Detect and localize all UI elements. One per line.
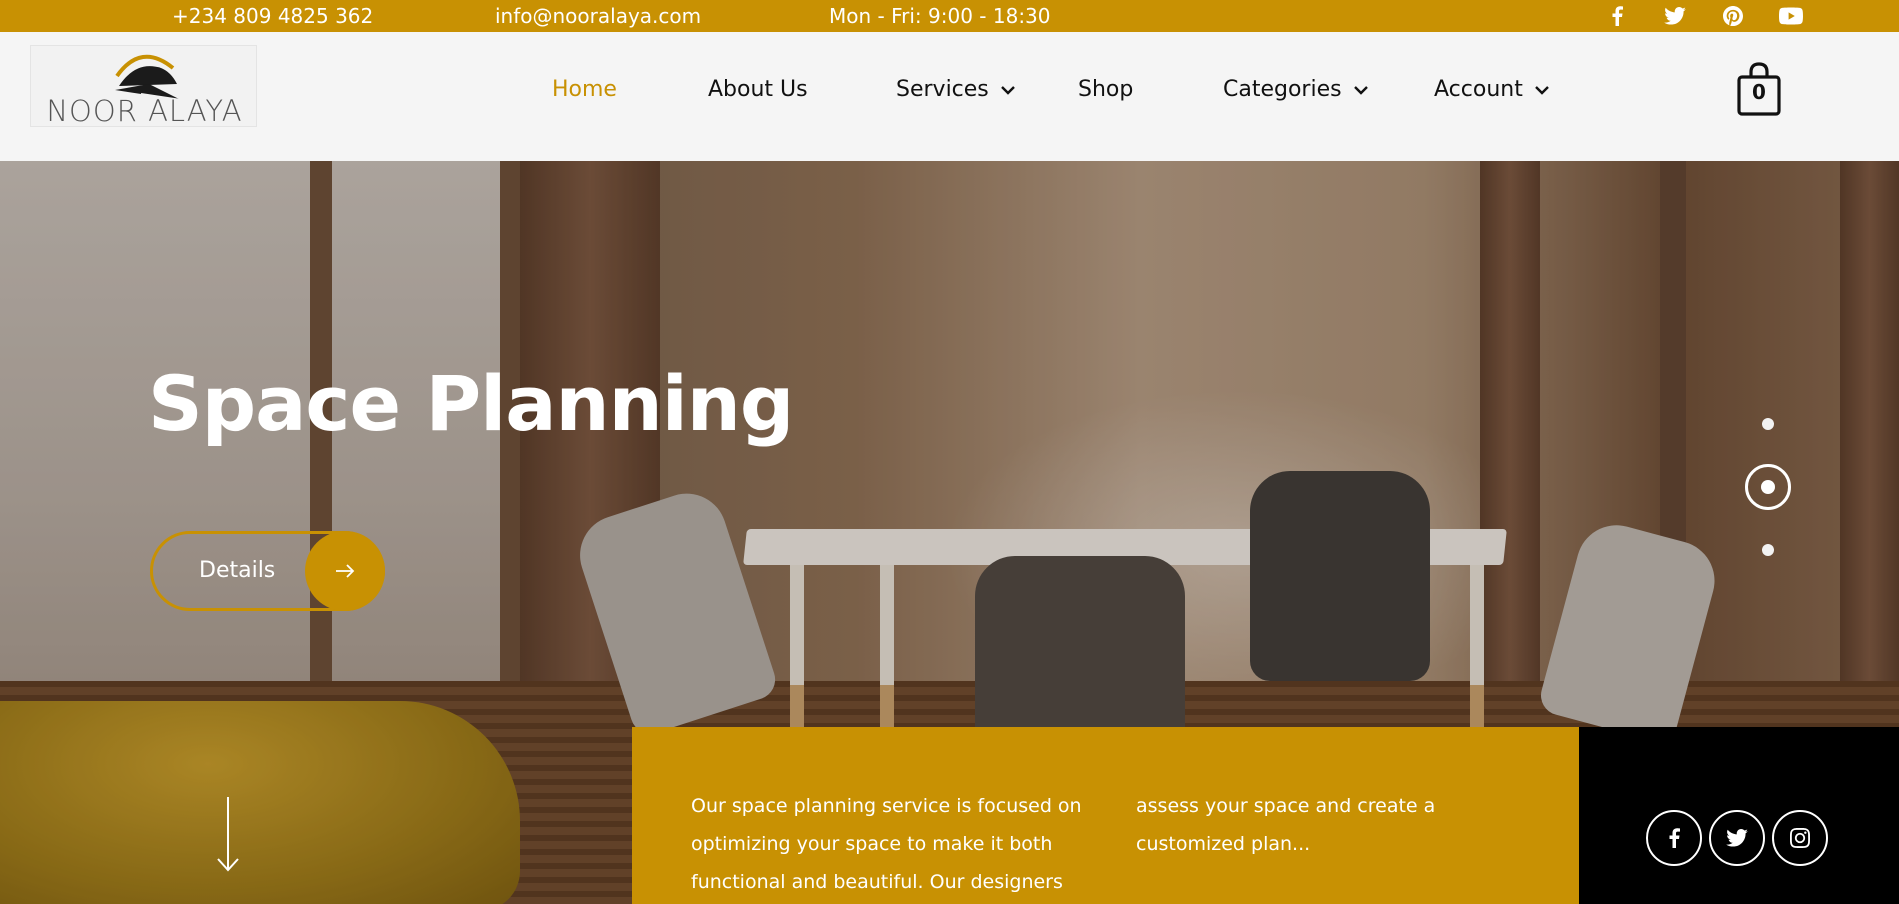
nav-shop[interactable]: Shop: [1078, 76, 1133, 104]
nav-about-us-label: About Us: [708, 77, 808, 102]
service-description-col-2: assess your space and create a customize…: [1136, 795, 1436, 855]
social-links-panel: [1579, 727, 1899, 904]
chevron-down-icon: [1353, 86, 1368, 95]
scroll-down-arrow-icon[interactable]: [215, 797, 241, 873]
service-description-panel: Our space planning service is focused on…: [632, 727, 1579, 904]
pinterest-icon[interactable]: [1721, 5, 1745, 27]
phone-number[interactable]: +234 809 4825 362: [172, 5, 373, 27]
instagram-icon[interactable]: [1772, 810, 1828, 866]
nav-categories-label: Categories: [1223, 77, 1342, 102]
nav-home-label: Home: [552, 77, 617, 102]
details-button[interactable]: Details: [150, 531, 385, 611]
logo-text: NOOR ALAYA: [46, 94, 243, 128]
slide-dot-3[interactable]: [1762, 544, 1774, 556]
cart-button[interactable]: 0: [1737, 62, 1781, 116]
chevron-down-icon: [1000, 86, 1015, 95]
nav-categories[interactable]: Categories: [1223, 76, 1368, 104]
nav-services-label: Services: [896, 77, 989, 102]
site-logo[interactable]: NOOR ALAYA: [30, 45, 257, 128]
nav-home[interactable]: Home: [552, 76, 617, 104]
cart-count: 0: [1752, 80, 1766, 104]
arrow-right-icon: [305, 531, 385, 611]
facebook-icon[interactable]: [1646, 810, 1702, 866]
hero-title: Space Planning: [148, 359, 794, 448]
nav-shop-label: Shop: [1078, 77, 1134, 102]
top-bar: +234 809 4825 362 info@nooralaya.com Mon…: [0, 0, 1899, 32]
nav-account[interactable]: Account: [1434, 76, 1549, 104]
details-button-label: Details: [199, 558, 276, 583]
nav-about-us[interactable]: About Us: [708, 76, 808, 104]
facebook-icon[interactable]: [1605, 5, 1629, 27]
nav-services[interactable]: Services: [896, 76, 1015, 104]
service-description-col-1: Our space planning service is focused on…: [691, 795, 1082, 893]
opening-hours: Mon - Fri: 9:00 - 18:30: [829, 4, 1051, 28]
slide-dot-2-active[interactable]: [1745, 464, 1791, 510]
nav-account-label: Account: [1434, 77, 1523, 102]
email-address[interactable]: info@nooralaya.com: [495, 5, 701, 27]
youtube-icon[interactable]: [1779, 5, 1803, 27]
site-header: NOOR ALAYA Home About Us Services Shop C…: [0, 32, 1899, 161]
slide-dot-1[interactable]: [1762, 418, 1774, 430]
twitter-icon[interactable]: [1709, 810, 1765, 866]
twitter-icon[interactable]: [1663, 5, 1687, 27]
chevron-down-icon: [1534, 86, 1549, 95]
